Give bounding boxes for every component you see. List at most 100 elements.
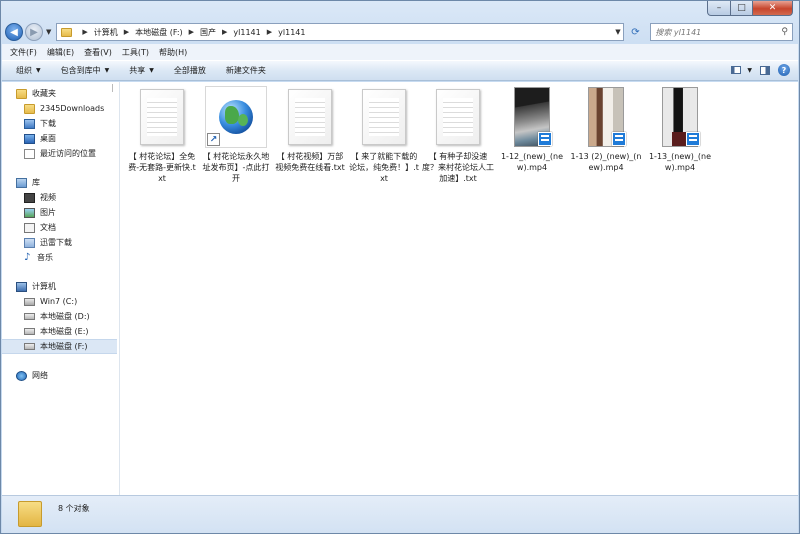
scrollbar[interactable] [112, 84, 116, 92]
computer-group: 计算机 Win7 (C:) 本地磁盘 (D:) 本地磁盘 (E:) 本地磁盘 (… [2, 279, 119, 354]
file-item[interactable]: 1-13 (2)_(new)_(new).mp4 [570, 86, 642, 173]
chevron-right-icon[interactable]: ▶ [82, 28, 87, 36]
file-item[interactable]: 1-13_(new)_(new).mp4 [644, 86, 716, 173]
breadcrumb-drive-f[interactable]: 本地磁盘 (F:) [135, 27, 182, 38]
nav-item-label: 2345Downloads [40, 104, 105, 113]
nav-computer[interactable]: 计算机 [2, 279, 119, 294]
preview-pane-icon [760, 65, 770, 75]
nav-item-desktop[interactable]: 桌面 [2, 131, 119, 146]
address-bar[interactable]: ▶ 计算机 ▶ 本地磁盘 (F:) ▶ 国产 ▶ yl1141 ▶ yl1141… [56, 23, 625, 41]
nav-item-label: 下载 [40, 119, 56, 128]
globe-icon [219, 100, 253, 134]
breadcrumb-yl1141-parent[interactable]: yl1141 [233, 28, 260, 37]
nav-item-2345downloads[interactable]: 2345Downloads [2, 101, 119, 116]
file-list[interactable]: 【 村花论坛】全免费-无套路-更新快.txt ↗ 【 村花论坛永久地址发布页】-… [120, 82, 798, 495]
menu-view[interactable]: 查看(V) [84, 47, 112, 58]
nav-favorites-label: 收藏夹 [32, 89, 56, 98]
view-options-dropdown[interactable]: ▼ [747, 67, 752, 74]
text-file-icon [140, 89, 184, 145]
nav-item-documents[interactable]: 文档 [2, 220, 119, 235]
nav-item-downloads[interactable]: 下载 [2, 116, 119, 131]
xunlei-download-icon [24, 237, 35, 248]
help-icon[interactable]: ? [778, 64, 790, 76]
menu-file[interactable]: 文件(F) [10, 47, 37, 58]
file-item[interactable]: 【 村花视频】万部视频免费在线看.txt [274, 86, 346, 173]
nav-item-label: 音乐 [37, 253, 53, 262]
change-view-button[interactable] [729, 64, 743, 76]
nav-item-music[interactable]: ♪ 音乐 [2, 250, 119, 265]
music-note-icon: ♪ [24, 251, 31, 263]
nav-item-label: 本地磁盘 (F:) [40, 342, 88, 351]
new-folder-button[interactable]: 新建文件夹 [226, 65, 266, 76]
favorites-star-icon [16, 88, 27, 99]
hard-drive-icon [24, 313, 35, 320]
chevron-down-icon: ▼ [104, 67, 110, 74]
favorites-group: 收藏夹 2345Downloads 下载 桌面 最近访问的位置 [2, 86, 119, 161]
breadcrumb-yl1141[interactable]: yl1141 [278, 28, 305, 37]
search-input[interactable] [655, 27, 782, 37]
computer-icon [16, 281, 27, 292]
menu-tools[interactable]: 工具(T) [122, 47, 149, 58]
file-item[interactable]: 【 来了就能下载的论坛，纯免费！】.txt [348, 86, 420, 184]
nav-item-pictures[interactable]: 图片 [2, 205, 119, 220]
play-all-label: 全部播放 [173, 66, 206, 75]
hard-drive-icon [24, 328, 35, 335]
include-in-library-button[interactable]: 包含到库中 ▼ [61, 65, 110, 76]
menu-help[interactable]: 帮助(H) [159, 47, 187, 58]
nav-libraries-label: 库 [32, 178, 40, 187]
nav-item-label: 迅雷下载 [40, 238, 72, 247]
search-icon[interactable]: ⚲ [781, 27, 788, 37]
view-icon [731, 66, 742, 74]
nav-item-label: 最近访问的位置 [40, 149, 96, 158]
chevron-right-icon[interactable]: ▶ [222, 28, 227, 36]
menu-bar: 文件(F) 编辑(E) 查看(V) 工具(T) 帮助(H) [2, 44, 798, 60]
maximize-button[interactable]: □ [731, 1, 753, 16]
folder-icon [61, 27, 73, 37]
chevron-right-icon[interactable]: ▶ [267, 28, 272, 36]
preview-pane-button[interactable] [758, 64, 772, 76]
refresh-icon[interactable]: ⟳ [626, 24, 644, 40]
file-item[interactable]: ↗ 【 村花论坛永久地址发布页】-点此打开 [200, 86, 272, 184]
command-bar: 组织 ▼ 包含到库中 ▼ 共享 ▼ 全部播放 新建文件夹 ▼ ? [2, 60, 798, 81]
file-item[interactable]: 【 有种子却没速度？来村花论坛人工加速】.txt [422, 86, 494, 184]
navigation-pane[interactable]: 收藏夹 2345Downloads 下载 桌面 最近访问的位置 库 视频 图片 … [2, 82, 120, 495]
close-button[interactable]: ✕ [753, 1, 793, 16]
nav-favorites[interactable]: 收藏夹 [2, 86, 119, 101]
recent-places-icon [24, 148, 35, 159]
back-button[interactable]: ◀ [5, 23, 23, 41]
breadcrumb-computer[interactable]: 计算机 [94, 27, 118, 38]
folder-icon [24, 103, 35, 114]
pictures-library-icon [24, 207, 35, 218]
nav-item-drive-c[interactable]: Win7 (C:) [2, 294, 119, 309]
forward-button[interactable]: ▶ [25, 23, 43, 41]
chevron-right-icon[interactable]: ▶ [189, 28, 194, 36]
video-file-badge-icon [612, 132, 626, 146]
minimize-button[interactable]: – [707, 1, 731, 16]
nav-item-drive-d[interactable]: 本地磁盘 (D:) [2, 309, 119, 324]
nav-network[interactable]: 网络 [2, 368, 119, 383]
nav-item-drive-e[interactable]: 本地磁盘 (E:) [2, 324, 119, 339]
recent-pages-dropdown[interactable]: ▼ [46, 28, 51, 36]
play-all-button[interactable]: 全部播放 [174, 65, 206, 76]
breadcrumb-guochan[interactable]: 国产 [200, 27, 216, 38]
nav-item-label: 本地磁盘 (E:) [40, 327, 89, 336]
organize-button[interactable]: 组织 ▼ [16, 65, 41, 76]
nav-item-drive-f[interactable]: 本地磁盘 (F:) [2, 339, 117, 354]
file-name: 【 村花视频】万部视频免费在线看.txt [275, 152, 345, 172]
caption-buttons: – □ ✕ [707, 1, 793, 16]
address-history-dropdown[interactable]: ▼ [611, 28, 623, 36]
nav-item-label: 本地磁盘 (D:) [40, 312, 90, 321]
file-name: 【 有种子却没速度？来村花论坛人工加速】.txt [422, 152, 494, 183]
share-button[interactable]: 共享 ▼ [129, 65, 154, 76]
file-name: 【 村花论坛永久地址发布页】-点此打开 [202, 152, 270, 183]
menu-edit[interactable]: 编辑(E) [47, 47, 74, 58]
file-item[interactable]: 1-12_(new)_(new).mp4 [496, 86, 568, 173]
chevron-right-icon[interactable]: ▶ [124, 28, 129, 36]
search-box[interactable]: ⚲ [650, 23, 793, 41]
nav-libraries[interactable]: 库 [2, 175, 119, 190]
nav-item-videos[interactable]: 视频 [2, 190, 119, 205]
nav-item-xunlei-downloads[interactable]: 迅雷下载 [2, 235, 119, 250]
video-file-badge-icon [686, 132, 700, 146]
file-item[interactable]: 【 村花论坛】全免费-无套路-更新快.txt [126, 86, 198, 184]
nav-item-recent-places[interactable]: 最近访问的位置 [2, 146, 119, 161]
